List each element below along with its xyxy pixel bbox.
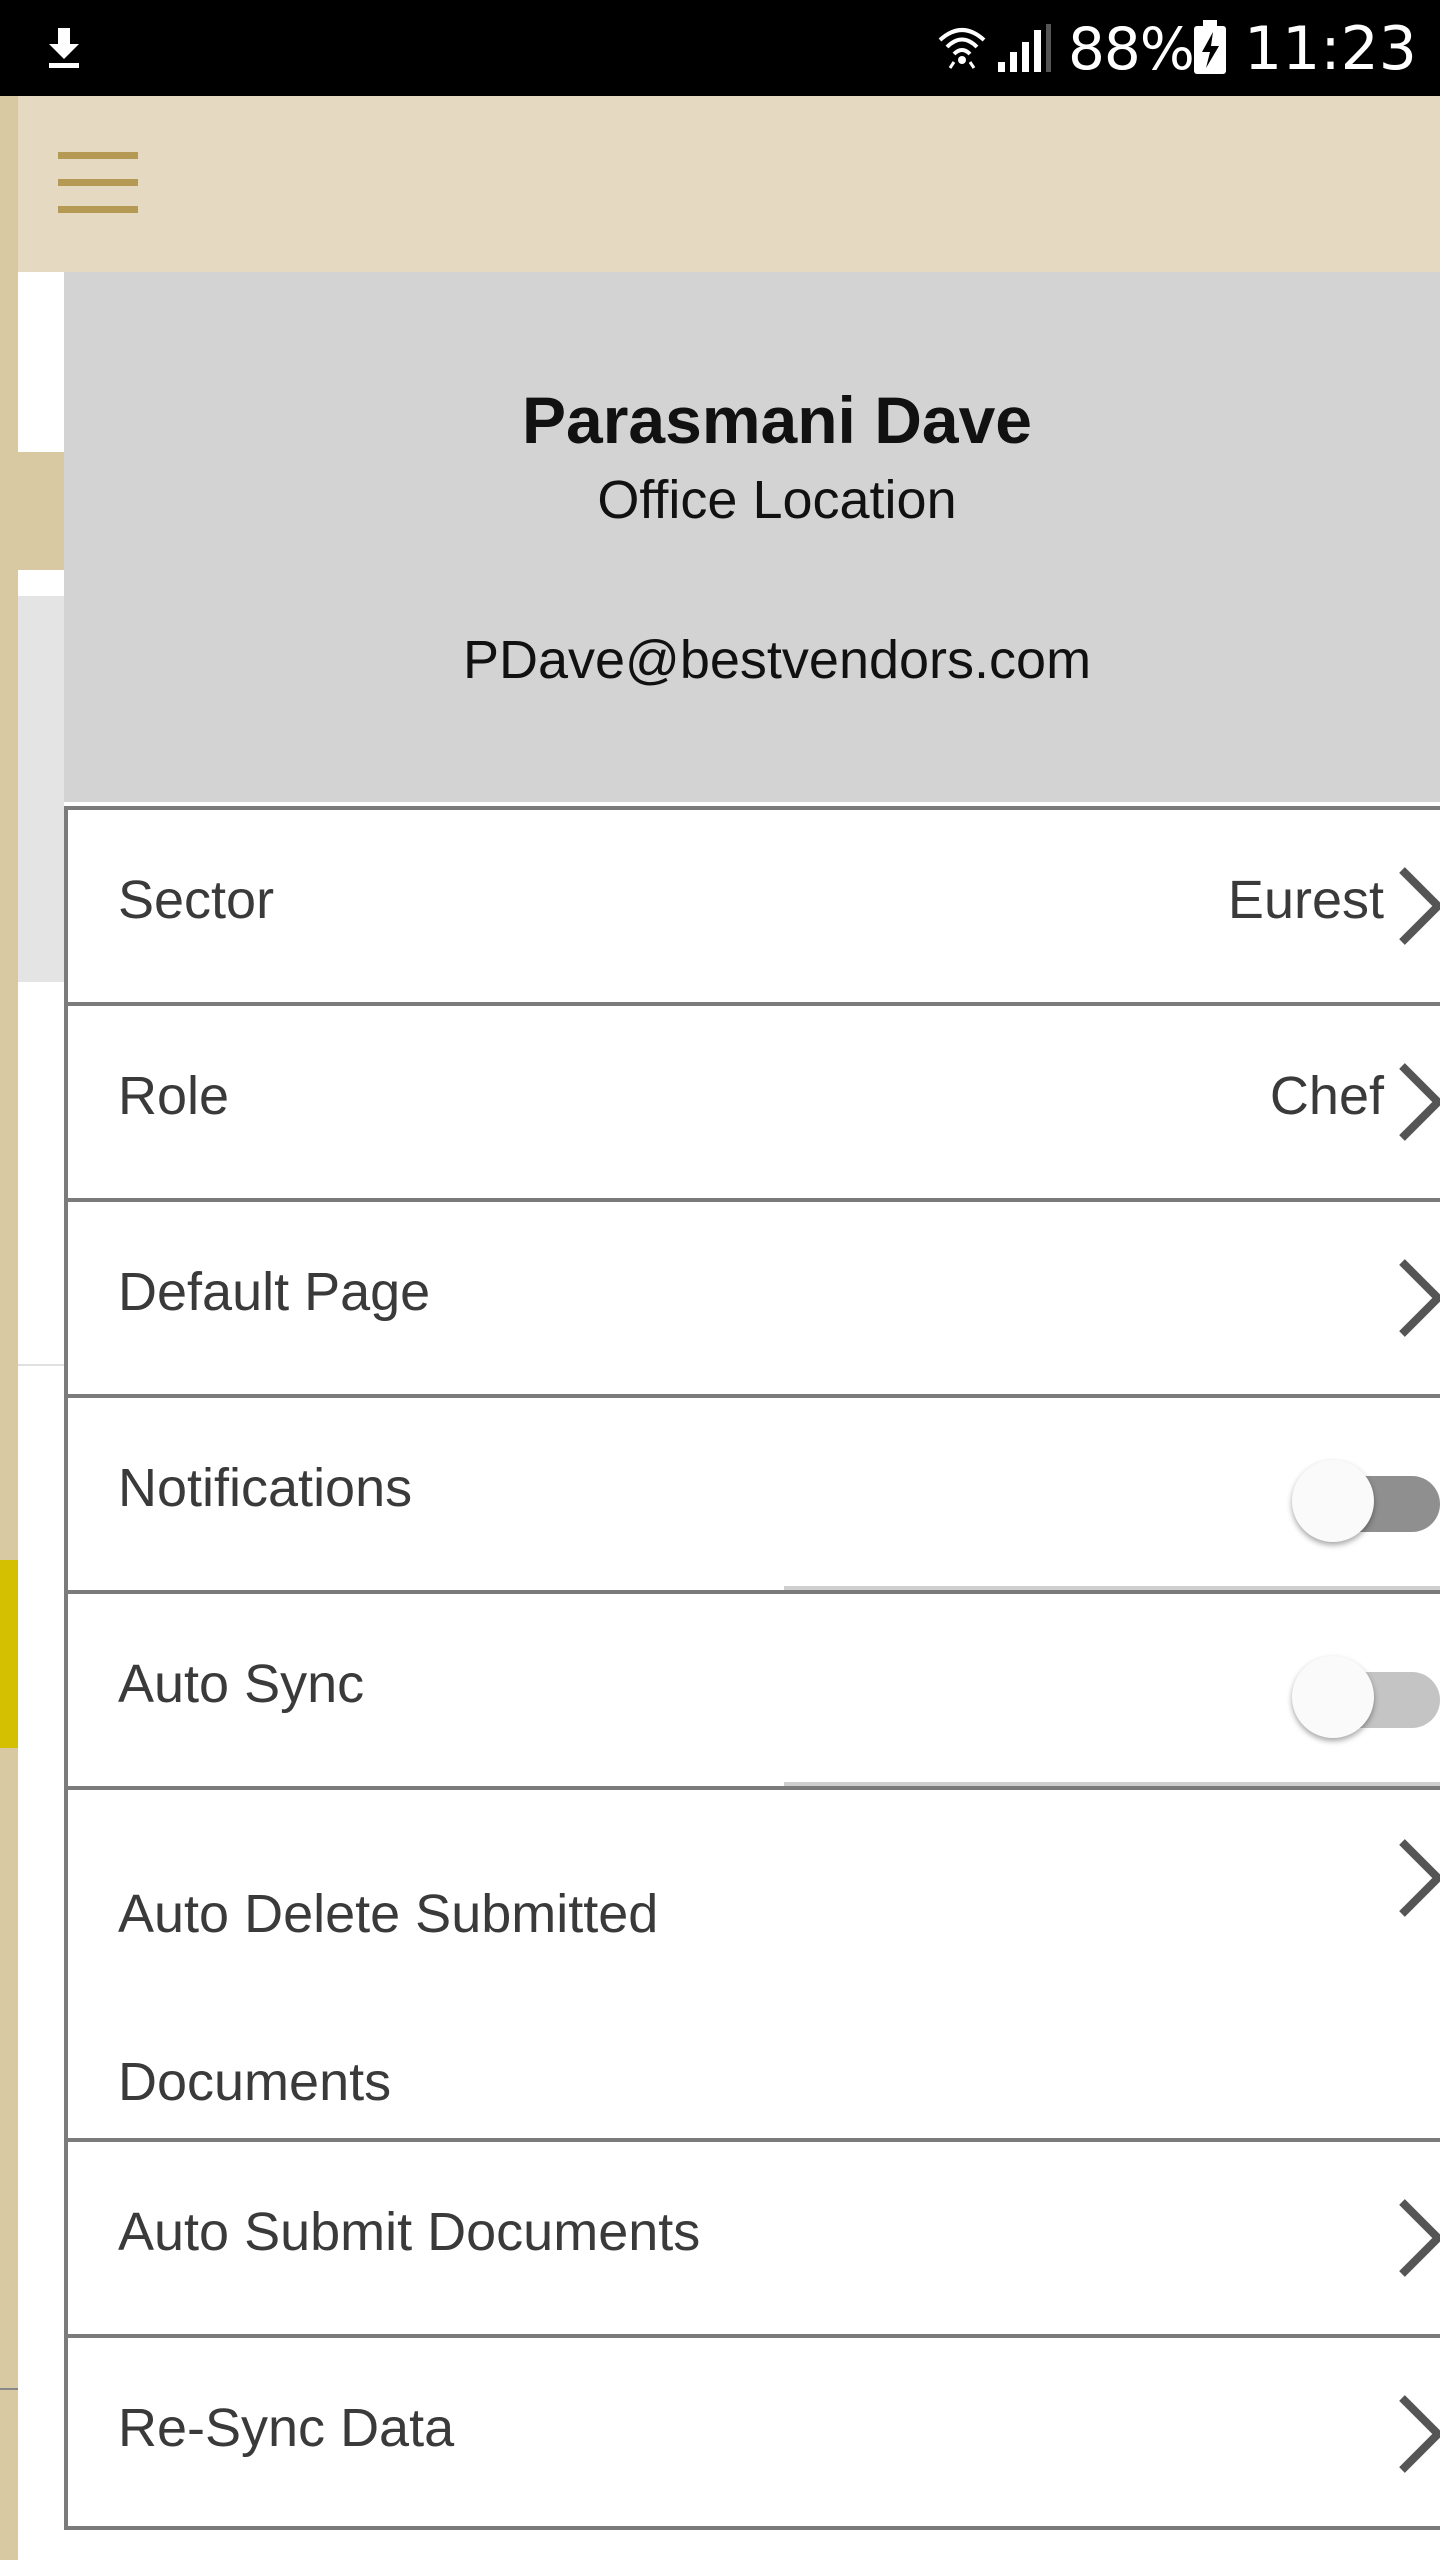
setting-label: Default Page <box>118 1262 431 1322</box>
setting-role[interactable]: Role Chef <box>64 1002 1440 1198</box>
app-bar <box>0 96 1440 272</box>
toggle-knob <box>1292 1460 1374 1542</box>
chevron-right-icon <box>1399 2395 1440 2473</box>
setting-label: Sector <box>118 870 275 930</box>
setting-notifications: Notifications <box>64 1394 1440 1590</box>
notifications-toggle[interactable] <box>1292 1454 1440 1542</box>
setting-resync[interactable]: Re-Sync Data <box>64 2334 1440 2530</box>
user-email: PDave@bestvendors.com <box>462 630 1092 690</box>
setting-label: Auto Sync <box>118 1654 365 1714</box>
clock: 11:23 <box>1244 14 1417 84</box>
background-highlight <box>0 1560 18 1748</box>
setting-value: Chef <box>1269 1066 1384 1126</box>
user-name: Parasmani Dave <box>522 383 1032 457</box>
chevron-right-icon <box>1399 1839 1440 1917</box>
background-panel <box>18 596 64 982</box>
wifi-icon <box>938 28 986 69</box>
user-location: Office Location <box>597 470 957 530</box>
battery-charging-icon <box>1194 20 1226 74</box>
background-divider <box>0 2388 18 2390</box>
background-edge <box>0 96 18 2560</box>
profile-header: Parasmani Dave Office Location PDave@bes… <box>64 272 1440 802</box>
settings-list: Sector Eurest Role Chef Default Page Not… <box>64 806 1440 2530</box>
setting-auto-submit[interactable]: Auto Submit Documents <box>64 2138 1440 2334</box>
status-bar: 88% 11:23 <box>0 0 1440 96</box>
chevron-right-icon <box>1399 1063 1440 1141</box>
chevron-right-icon <box>1399 2199 1440 2277</box>
signal-icon <box>998 24 1051 72</box>
auto-sync-toggle[interactable] <box>1292 1650 1440 1738</box>
chevron-right-icon <box>1399 1259 1440 1337</box>
background-band <box>18 452 64 570</box>
setting-sector[interactable]: Sector Eurest <box>64 806 1440 1002</box>
setting-default-page[interactable]: Default Page <box>64 1198 1440 1394</box>
setting-value: Eurest <box>1227 870 1384 930</box>
hamburger-menu-icon[interactable] <box>54 150 140 216</box>
setting-auto-delete[interactable]: Auto Delete Submitted Documents <box>64 1786 1440 2138</box>
chevron-right-icon <box>1399 867 1440 945</box>
settings-drawer: Parasmani Dave Office Location PDave@bes… <box>64 272 1440 2560</box>
battery-percentage: 88% <box>1068 15 1195 83</box>
toggle-knob <box>1292 1656 1374 1738</box>
setting-label: Re-Sync Data <box>118 2398 455 2458</box>
setting-auto-sync: Auto Sync <box>64 1590 1440 1786</box>
setting-label: Notifications <box>118 1458 413 1518</box>
download-icon <box>49 28 79 68</box>
setting-label: Auto Delete Submitted Documents <box>118 1884 659 2112</box>
setting-label: Role <box>118 1066 230 1126</box>
setting-label: Auto Submit Documents <box>118 2202 701 2262</box>
background-divider <box>18 1364 64 1366</box>
